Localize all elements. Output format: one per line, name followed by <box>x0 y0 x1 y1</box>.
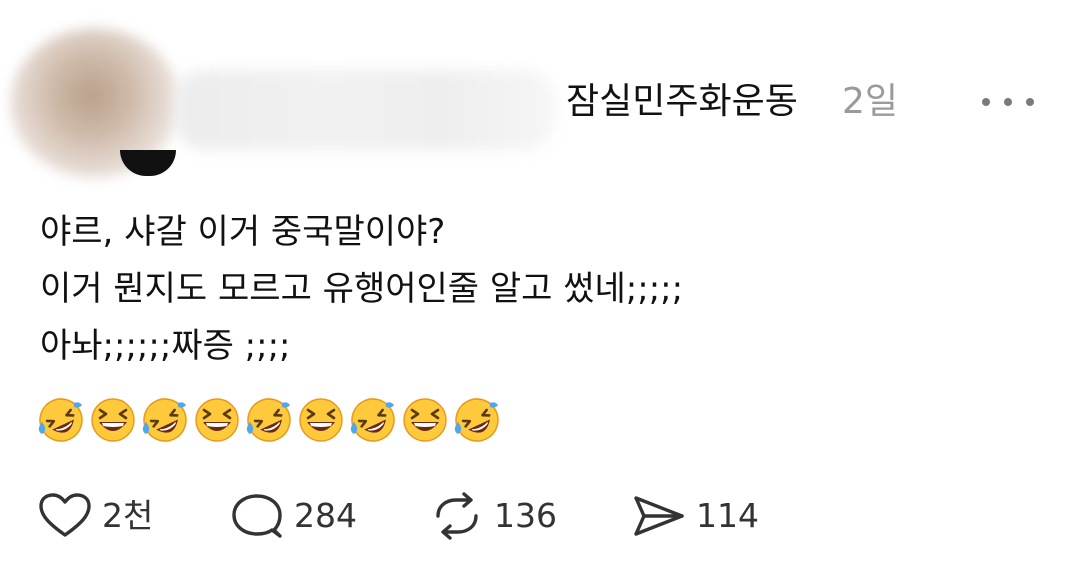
rolling-on-floor-laughing-emoji <box>350 398 395 442</box>
rolling-on-floor-laughing-emoji <box>246 398 291 442</box>
grinning-squinting-face-emoji <box>195 398 239 442</box>
post-time: 2일 <box>842 81 899 122</box>
emoji-row <box>36 395 502 445</box>
reply-count: 284 <box>294 496 357 535</box>
post-text-line: 아놔;;;;;;짜증 ;;;; <box>40 326 291 366</box>
post-text-line: 야르, 샤갈 이거 중국말이야? <box>40 212 446 252</box>
send-icon <box>634 496 684 536</box>
grinning-squinting-face-emoji <box>403 398 447 442</box>
rolling-on-floor-laughing-emoji <box>454 398 499 442</box>
rolling-on-floor-laughing-emoji <box>142 398 187 442</box>
share-count: 114 <box>696 496 759 535</box>
grinning-squinting-face-emoji <box>299 398 343 442</box>
repost-count: 136 <box>494 496 557 535</box>
repost-icon <box>436 492 478 540</box>
rolling-on-floor-laughing-emoji <box>38 398 83 442</box>
like-count: 2천 <box>102 496 154 535</box>
repost-button[interactable]: 136 <box>430 490 557 542</box>
heart-icon <box>39 493 91 537</box>
avatar-follow-badge[interactable] <box>120 150 176 176</box>
share-button[interactable]: 114 <box>632 490 759 542</box>
like-button[interactable]: 2천 <box>38 490 153 542</box>
more-options-button[interactable] <box>982 86 1034 118</box>
blurred-username <box>175 70 555 150</box>
reply-button[interactable]: 284 <box>230 490 357 542</box>
grinning-squinting-face-emoji <box>91 398 135 442</box>
speech-bubble-icon <box>232 494 282 538</box>
post-text-line: 이거 뭔지도 모르고 유행어인줄 알고 썼네;;;;; <box>40 269 684 309</box>
post-text: 야르, 샤갈 이거 중국말이야? 이거 뭔지도 모르고 유행어인줄 알고 썼네;… <box>40 204 1040 375</box>
display-name[interactable]: 잠실민주화운동 <box>566 80 798 124</box>
more-horizontal-icon <box>982 98 990 106</box>
